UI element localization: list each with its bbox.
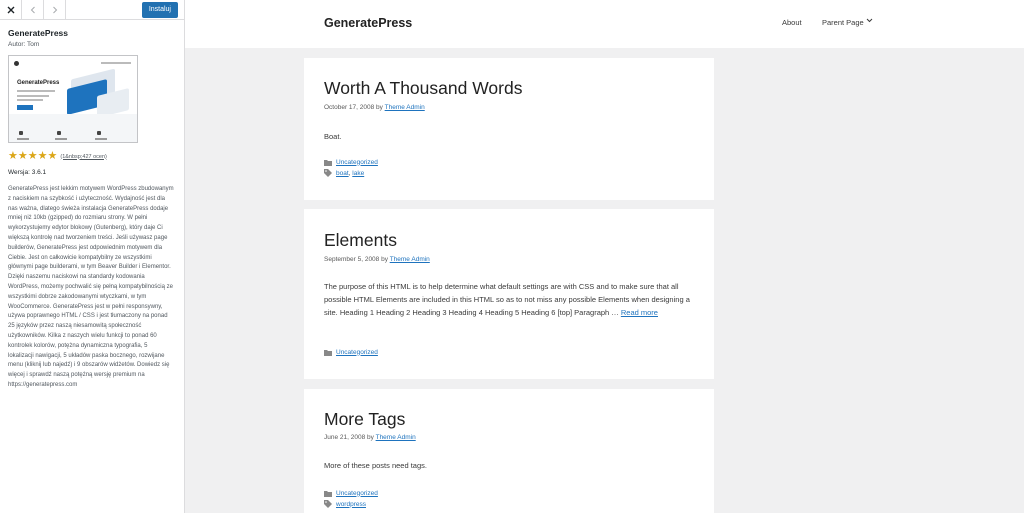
post-title[interactable]: Worth A Thousand Words: [324, 78, 522, 99]
folder-icon: [324, 348, 332, 356]
site-header: GeneratePress About Parent Page: [185, 0, 1024, 48]
theme-details: GeneratePress Autor: Tom GeneratePress ★…: [0, 20, 184, 391]
post-date: October 17, 2008: [324, 104, 375, 111]
post-date: June 21, 2008: [324, 434, 366, 441]
read-more-link[interactable]: Read more: [621, 308, 658, 317]
post-card: Worth A Thousand Words October 17, 2008 …: [304, 58, 714, 200]
folder-icon: [324, 489, 332, 497]
post-categories: Uncategorized: [324, 348, 378, 356]
screenshot-text-line: [17, 95, 49, 97]
screenshot-text-line: [17, 90, 55, 92]
close-icon: [7, 6, 14, 14]
chevron-down-icon[interactable]: [866, 17, 873, 26]
post-meta: June 21, 2008 by Theme Admin: [324, 434, 416, 441]
post-author-link[interactable]: Theme Admin: [385, 104, 425, 111]
post-by: by: [376, 104, 383, 111]
theme-name: GeneratePress: [8, 28, 69, 38]
next-theme-button[interactable]: [44, 0, 66, 20]
post-author-link[interactable]: Theme Admin: [376, 434, 416, 441]
star-icon: ★: [8, 150, 18, 162]
rating-count-link[interactable]: (1&nbsp;427 ocen): [60, 154, 106, 160]
post-categories: Uncategorized: [324, 158, 378, 166]
nav-item-parent-page[interactable]: Parent Page: [822, 18, 864, 27]
screenshot-feature-icon: [97, 131, 101, 135]
post-by: by: [381, 256, 388, 263]
screenshot-text-line: [17, 99, 43, 101]
post-excerpt: Boat.: [324, 132, 342, 141]
screenshot-logo: [14, 61, 19, 66]
chevron-right-icon: [52, 6, 57, 14]
theme-author: Autor: Tom: [8, 41, 40, 48]
theme-screenshot: GeneratePress: [8, 55, 138, 143]
site-title[interactable]: GeneratePress: [324, 16, 412, 30]
tag-link[interactable]: boat: [336, 170, 349, 177]
screenshot-nav: [101, 62, 131, 64]
post-title[interactable]: More Tags: [324, 409, 405, 430]
post-excerpt: The purpose of this HTML is to help dete…: [324, 280, 696, 319]
chevron-left-icon: [30, 6, 35, 14]
post-tags: wordpress: [324, 500, 366, 508]
post-author-link[interactable]: Theme Admin: [390, 256, 430, 263]
site-preview: GeneratePress About Parent Page Worth A …: [185, 0, 1024, 513]
tag-link[interactable]: lake: [352, 170, 364, 177]
theme-version: Wersja: 3.6.1: [8, 169, 47, 176]
post-tags: boat, lake: [324, 169, 364, 177]
star-icon: ★: [37, 150, 48, 162]
category-link[interactable]: Uncategorized: [336, 349, 378, 356]
post-by: by: [367, 434, 374, 441]
star-icon: ★: [17, 150, 28, 162]
screenshot-feature-label: [55, 138, 67, 140]
screenshot-feature-icon: [57, 131, 61, 135]
previous-theme-button[interactable]: [22, 0, 44, 20]
star-icon: ★: [47, 150, 58, 162]
post-categories: Uncategorized: [324, 489, 378, 497]
install-button[interactable]: Instaluj: [141, 2, 178, 18]
theme-description: GeneratePress jest lekkim motywem WordPr…: [8, 186, 174, 388]
post-date: September 5, 2008: [324, 256, 380, 263]
tag-icon: [324, 169, 332, 177]
post-title[interactable]: Elements: [324, 230, 397, 251]
screenshot-feature-label: [17, 138, 29, 140]
post-meta: September 5, 2008 by Theme Admin: [324, 256, 430, 263]
screenshot-button: [17, 105, 33, 110]
customizer-sidebar: Instaluj GeneratePress Autor: Tom Genera…: [0, 0, 185, 513]
post-meta: October 17, 2008 by Theme Admin: [324, 104, 425, 111]
nav-item-about[interactable]: About: [782, 18, 802, 27]
sidebar-toolbar: Instaluj: [0, 0, 184, 20]
tag-link[interactable]: wordpress: [336, 501, 366, 508]
folder-icon: [324, 158, 332, 166]
post-card: Elements September 5, 2008 by Theme Admi…: [304, 209, 714, 379]
tag-icon: [324, 500, 332, 508]
post-excerpt: More of these posts need tags.: [324, 461, 427, 470]
post-card: More Tags June 21, 2008 by Theme Admin M…: [304, 389, 714, 513]
close-button[interactable]: [0, 0, 22, 20]
category-link[interactable]: Uncategorized: [336, 159, 378, 166]
screenshot-feature-label: [95, 138, 107, 140]
category-link[interactable]: Uncategorized: [336, 490, 378, 497]
theme-rating: ★ ★ ★ ★ ★ (1&nbsp;427 ocen): [8, 151, 176, 162]
screenshot-feature-icon: [19, 131, 23, 135]
star-icon: ★: [27, 150, 38, 162]
screenshot-title: GeneratePress: [17, 80, 60, 86]
